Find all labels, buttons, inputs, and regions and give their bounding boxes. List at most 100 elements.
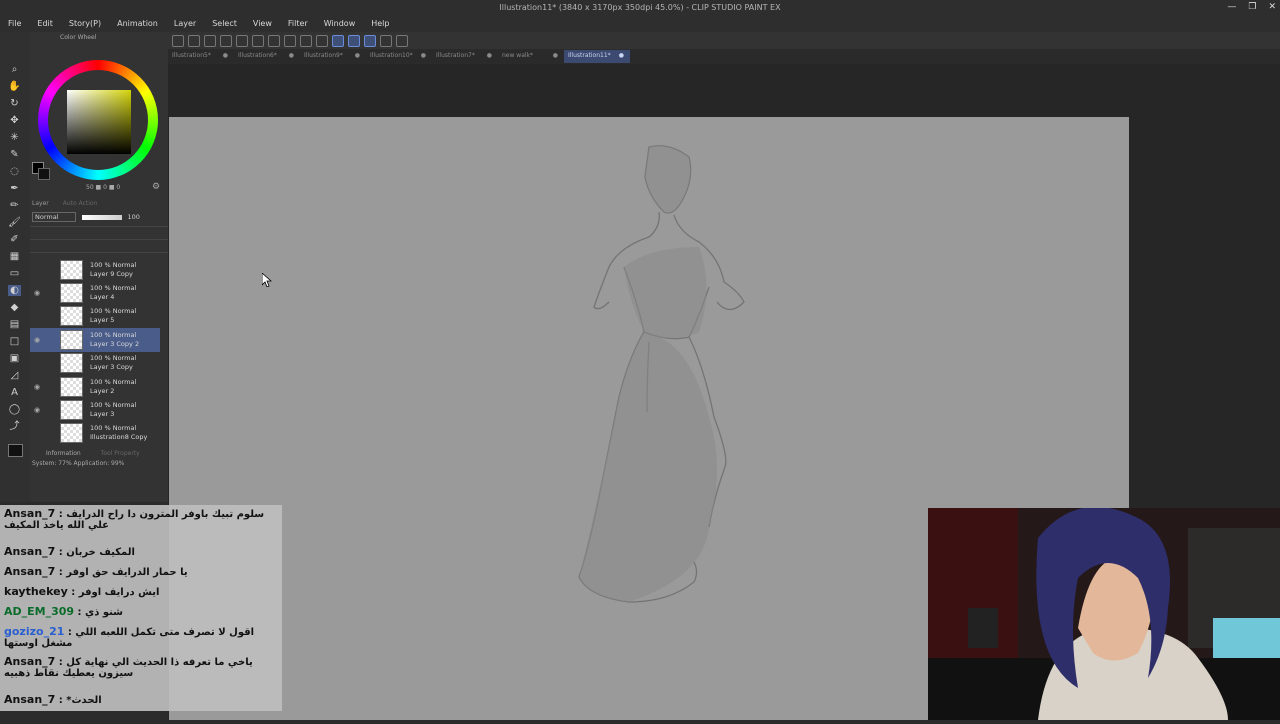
- ruler-icon[interactable]: [364, 34, 376, 47]
- layer-mode: 100 % Normal: [90, 354, 137, 363]
- close-tab-icon[interactable]: ●: [487, 52, 492, 59]
- layer-row[interactable]: 100 % Normal Layer 5: [30, 305, 160, 328]
- lasso-icon[interactable]: ◌: [8, 166, 21, 177]
- minimize-button[interactable]: —: [1227, 2, 1236, 12]
- close-tab-icon[interactable]: ●: [355, 52, 360, 59]
- visibility-icon[interactable]: ◉: [34, 289, 44, 297]
- tab-illustration7[interactable]: Illustration7* ●: [432, 50, 498, 63]
- redo-icon[interactable]: [252, 34, 264, 47]
- layer-row-selected[interactable]: ◉ 100 % Normal Layer 3 Copy 2: [30, 328, 160, 352]
- clear-icon[interactable]: [300, 34, 312, 47]
- auto-select-icon[interactable]: ✳: [8, 132, 21, 143]
- clip-studio-icon[interactable]: [172, 34, 184, 47]
- move-icon[interactable]: ✥: [8, 115, 21, 126]
- layer-list: 100 % Normal Layer 9 Copy ◉ 100 % Normal La…: [30, 258, 160, 445]
- menu-view[interactable]: View: [245, 16, 280, 32]
- layer-mode: 100 % Normal: [90, 377, 137, 386]
- pen-pressure-icon[interactable]: [348, 34, 360, 47]
- layer-name: Layer 3 Copy: [90, 363, 133, 372]
- eraser-icon[interactable]: ▭: [8, 268, 21, 279]
- opacity-slider[interactable]: [81, 214, 122, 220]
- saturation-value-square[interactable]: [67, 90, 131, 154]
- save-icon[interactable]: [220, 34, 232, 47]
- open-file-icon[interactable]: [204, 34, 216, 47]
- menu-edit[interactable]: Edit: [29, 16, 61, 32]
- frame-icon[interactable]: ▣: [8, 353, 21, 364]
- brush-icon[interactable]: 🖌: [8, 217, 21, 228]
- layer-row[interactable]: 100 % Normal Layer 9 Copy: [30, 258, 160, 281]
- menu-animation[interactable]: Animation: [109, 16, 166, 32]
- secondary-color-swatch[interactable]: [38, 168, 50, 180]
- figure-icon[interactable]: □: [8, 336, 21, 347]
- layer-row[interactable]: ◉ 100 % Normal Layer 2: [30, 375, 160, 398]
- blend-mode-select[interactable]: Normal: [32, 212, 76, 222]
- info-title[interactable]: Information: [46, 450, 81, 457]
- tab-auto-action[interactable]: Auto Action: [63, 200, 98, 207]
- close-tab-icon[interactable]: ●: [619, 52, 624, 59]
- maximize-button[interactable]: ❐: [1248, 2, 1256, 12]
- document-tabs: Illustration5* ● Illustration6* ● Illustra…: [168, 50, 1280, 63]
- transform-icon[interactable]: [316, 34, 328, 47]
- tool-palette: ⌕ ✋ ↻ ✥ ✳ ✎ ◌ ✒ ✏ 🖌 ✐ ▦ ▭ ◐ ◆ ▤ □ ▣ ◿ A …: [0, 32, 30, 502]
- menu-filter[interactable]: Filter: [280, 16, 316, 32]
- main-color-swatch[interactable]: [8, 444, 23, 457]
- tab-illustration9[interactable]: Illustration9* ●: [300, 50, 366, 63]
- zoom-icon[interactable]: ⌕: [8, 64, 21, 75]
- tab-illustration11[interactable]: Illustration11* ●: [564, 50, 630, 63]
- layer-mode: 100 % Normal: [90, 260, 137, 269]
- settings-icon[interactable]: [268, 34, 280, 47]
- fill-icon[interactable]: [284, 34, 296, 47]
- menu-story[interactable]: Story(P): [61, 16, 109, 32]
- layer-row[interactable]: 100 % Normal Illustration8 Copy: [30, 422, 160, 445]
- airbrush-icon[interactable]: ✐: [8, 234, 21, 245]
- stabilizer-icon[interactable]: [332, 34, 344, 47]
- menu-file[interactable]: File: [0, 16, 29, 32]
- menu-select[interactable]: Select: [204, 16, 245, 32]
- rotate-icon[interactable]: ↻: [8, 98, 21, 109]
- gradient-icon[interactable]: ▤: [8, 319, 21, 330]
- tab-illustration10[interactable]: Illustration10* ●: [366, 50, 432, 63]
- information-panel: Information Tool Property System: 77% Ap…: [30, 450, 168, 470]
- decoration-icon[interactable]: ▦: [8, 251, 21, 262]
- balloon-icon[interactable]: ◯: [8, 404, 21, 415]
- close-tab-icon[interactable]: ●: [421, 52, 426, 59]
- chat-username: Ansan_7: [4, 693, 56, 706]
- panel-icon[interactable]: [380, 34, 392, 47]
- correct-line-icon[interactable]: ⤴: [8, 421, 21, 432]
- tab-new-walk[interactable]: new walk* ●: [498, 50, 564, 63]
- color-wheel-title: Color Wheel: [60, 34, 97, 41]
- tab-tool-property[interactable]: Tool Property: [101, 450, 140, 457]
- ruler-tool-icon[interactable]: ◿: [8, 370, 21, 381]
- menu-window[interactable]: Window: [316, 16, 364, 32]
- new-file-icon[interactable]: [188, 34, 200, 47]
- close-tab-icon[interactable]: ●: [223, 52, 228, 59]
- layer-thumbnail: [60, 306, 83, 327]
- chat-username: gozizo_21: [4, 625, 65, 638]
- layer-row[interactable]: ◉ 100 % Normal Layer 3: [30, 398, 160, 421]
- layer-row[interactable]: ◉ 100 % Normal Layer 4: [30, 281, 160, 304]
- eyedropper-icon[interactable]: ✎: [8, 149, 21, 160]
- pencil-icon[interactable]: ✏: [8, 200, 21, 211]
- visibility-icon[interactable]: ◉: [34, 336, 44, 344]
- tab-illustration5[interactable]: Illustration5* ●: [168, 50, 234, 63]
- text-icon[interactable]: A: [8, 387, 21, 398]
- hand-icon[interactable]: ✋: [8, 81, 21, 92]
- menu-layer[interactable]: Layer: [166, 16, 204, 32]
- visibility-icon[interactable]: ◉: [34, 383, 44, 391]
- close-tab-icon[interactable]: ●: [289, 52, 294, 59]
- undo-icon[interactable]: [236, 34, 248, 47]
- layer-row[interactable]: 100 % Normal Layer 3 Copy: [30, 352, 160, 375]
- pen-icon[interactable]: ✒: [8, 183, 21, 194]
- tab-layer[interactable]: Layer: [32, 200, 49, 207]
- fill-bucket-icon[interactable]: ◆: [8, 302, 21, 313]
- visibility-icon[interactable]: ◉: [34, 406, 44, 414]
- help-icon[interactable]: [396, 34, 408, 47]
- close-button[interactable]: ✕: [1268, 2, 1276, 12]
- close-tab-icon[interactable]: ●: [553, 52, 558, 59]
- color-settings-icon[interactable]: ⚙: [152, 182, 160, 192]
- tab-illustration6[interactable]: Illustration6* ●: [234, 50, 300, 63]
- chat-username: Ansan_7: [4, 565, 56, 578]
- blend-icon[interactable]: ◐: [8, 285, 21, 296]
- layer-panel-tabs: Layer Auto Action: [32, 200, 97, 207]
- menu-help[interactable]: Help: [363, 16, 397, 32]
